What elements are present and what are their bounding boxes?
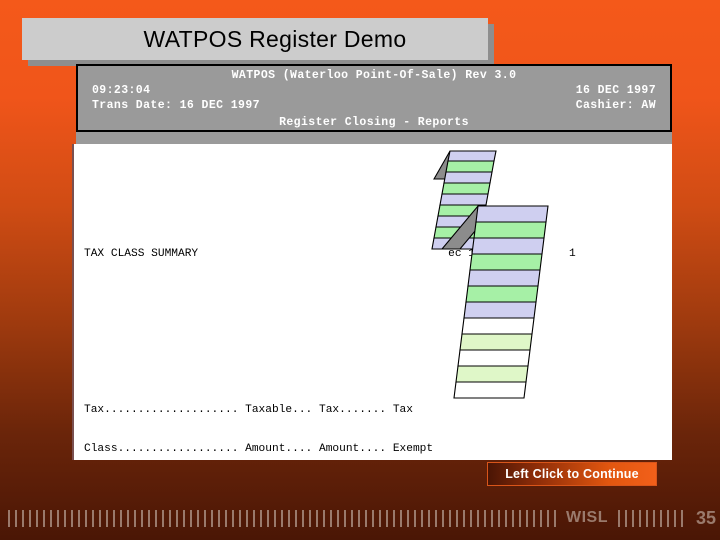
slide-footer: WISL 35 bbox=[0, 505, 720, 531]
terminal-time: 09:23:04 bbox=[92, 84, 151, 97]
footer-brand: WISL bbox=[566, 509, 608, 526]
terminal-header-row-1: 09:23:04 16 DEC 1997 bbox=[78, 84, 670, 97]
terminal-header-spacer bbox=[76, 132, 672, 144]
footer-tick-pattern-left bbox=[8, 509, 558, 527]
report-heading: TAX CLASS SUMMARY bbox=[84, 248, 199, 260]
report-heading-right: ec 1997 Page 1 bbox=[448, 248, 576, 260]
report-heading-row: TAX CLASS SUMMARY ec 1997 Page 1 bbox=[84, 248, 576, 261]
report-page: TAX CLASS SUMMARY ec 1997 Page 1 Tax.....… bbox=[72, 144, 672, 460]
continue-button-label: Left Click to Continue bbox=[505, 467, 639, 481]
left-click-to-continue-button[interactable]: Left Click to Continue bbox=[487, 462, 657, 486]
footer-page-number: 35 bbox=[696, 507, 717, 528]
terminal-date: 16 DEC 1997 bbox=[575, 84, 656, 97]
terminal-header-row-2: Trans Date: 16 DEC 1997 Cashier: AW bbox=[78, 99, 670, 112]
terminal-header-panel: WATPOS (Waterloo Point-Of-Sale) Rev 3.0 … bbox=[76, 64, 672, 132]
page-title: WATPOS Register Demo bbox=[143, 25, 407, 52]
terminal-cashier: Cashier: AW bbox=[575, 99, 656, 112]
report-column-header-1: Tax.................... Taxable... Tax..… bbox=[84, 404, 413, 416]
report-column-header-2: Class.................. Amount.... Amoun… bbox=[84, 443, 434, 455]
terminal-mode-label: Register Closing - Reports bbox=[279, 116, 469, 129]
title-plate-box: WATPOS Register Demo bbox=[22, 18, 488, 60]
slide-title-plate: WATPOS Register Demo bbox=[22, 18, 494, 66]
terminal-trans-date: Trans Date: 16 DEC 1997 bbox=[92, 99, 260, 112]
footer-tick-pattern-right bbox=[618, 509, 684, 527]
report-text-block: TAX CLASS SUMMARY ec 1997 Page 1 Tax.....… bbox=[84, 144, 576, 460]
terminal-app-title: WATPOS (Waterloo Point-Of-Sale) Rev 3.0 bbox=[231, 69, 517, 82]
